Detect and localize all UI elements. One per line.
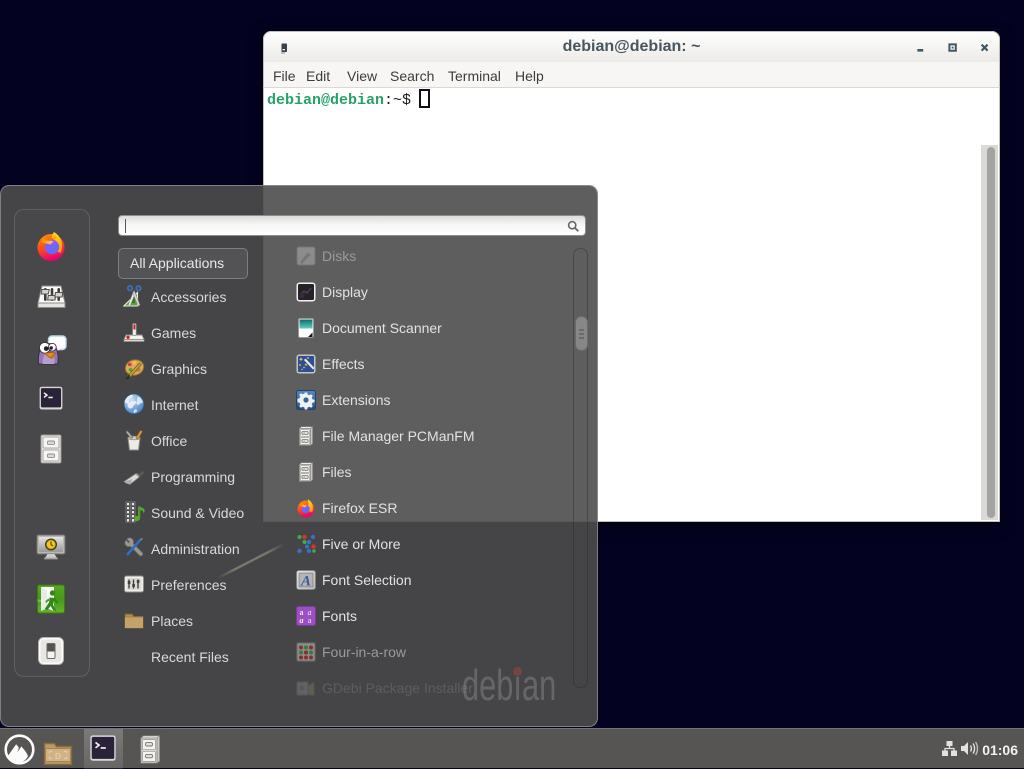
svg-text:D: D — [55, 751, 61, 761]
